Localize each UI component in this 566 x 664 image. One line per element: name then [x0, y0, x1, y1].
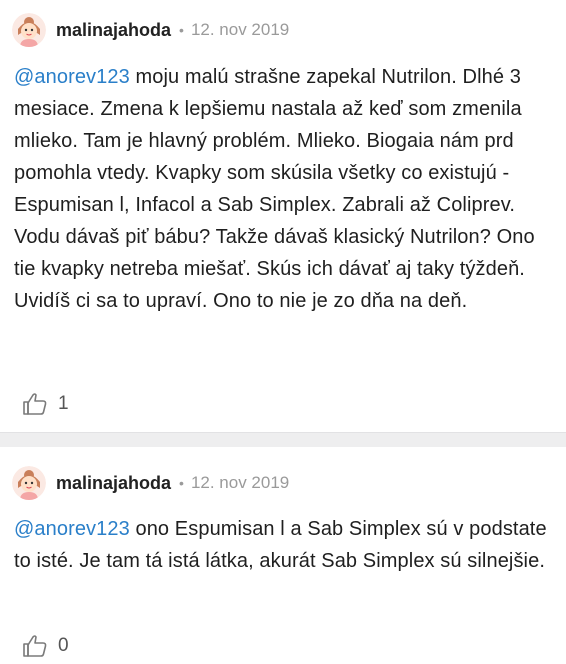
post-date: 12. nov 2019: [190, 473, 290, 492]
girl-avatar-icon[interactable]: [12, 13, 46, 47]
username[interactable]: malinajahoda: [56, 473, 171, 494]
meta-separator: •: [179, 475, 184, 491]
post-body: @anorev123 moju malú strašne zapekal Nut…: [14, 61, 552, 317]
post-date: 12. nov 2019: [190, 20, 290, 39]
post-body: @anorev123 ono Espumisan l a Sab Simplex…: [14, 513, 552, 577]
post-header: malinajahoda • 12. nov 2019: [12, 12, 289, 48]
user-mention-link[interactable]: @anorev123: [14, 66, 130, 88]
post-header: malinajahoda • 12. nov 2019: [12, 465, 289, 501]
like-row: 0: [22, 634, 69, 658]
like-count: 1: [58, 393, 69, 414]
like-count: 0: [58, 635, 69, 656]
thumbs-up-icon[interactable]: [22, 392, 48, 416]
thumbs-up-icon[interactable]: [22, 634, 48, 658]
post-divider: [0, 432, 566, 447]
girl-avatar-icon[interactable]: [12, 466, 46, 500]
like-row: 1: [22, 392, 69, 416]
post-text: moju malú strašne zapekal Nutrilon. Dlhé…: [14, 66, 535, 312]
username[interactable]: malinajahoda: [56, 20, 171, 41]
user-mention-link[interactable]: @anorev123: [14, 518, 130, 540]
meta-separator: •: [179, 22, 184, 38]
